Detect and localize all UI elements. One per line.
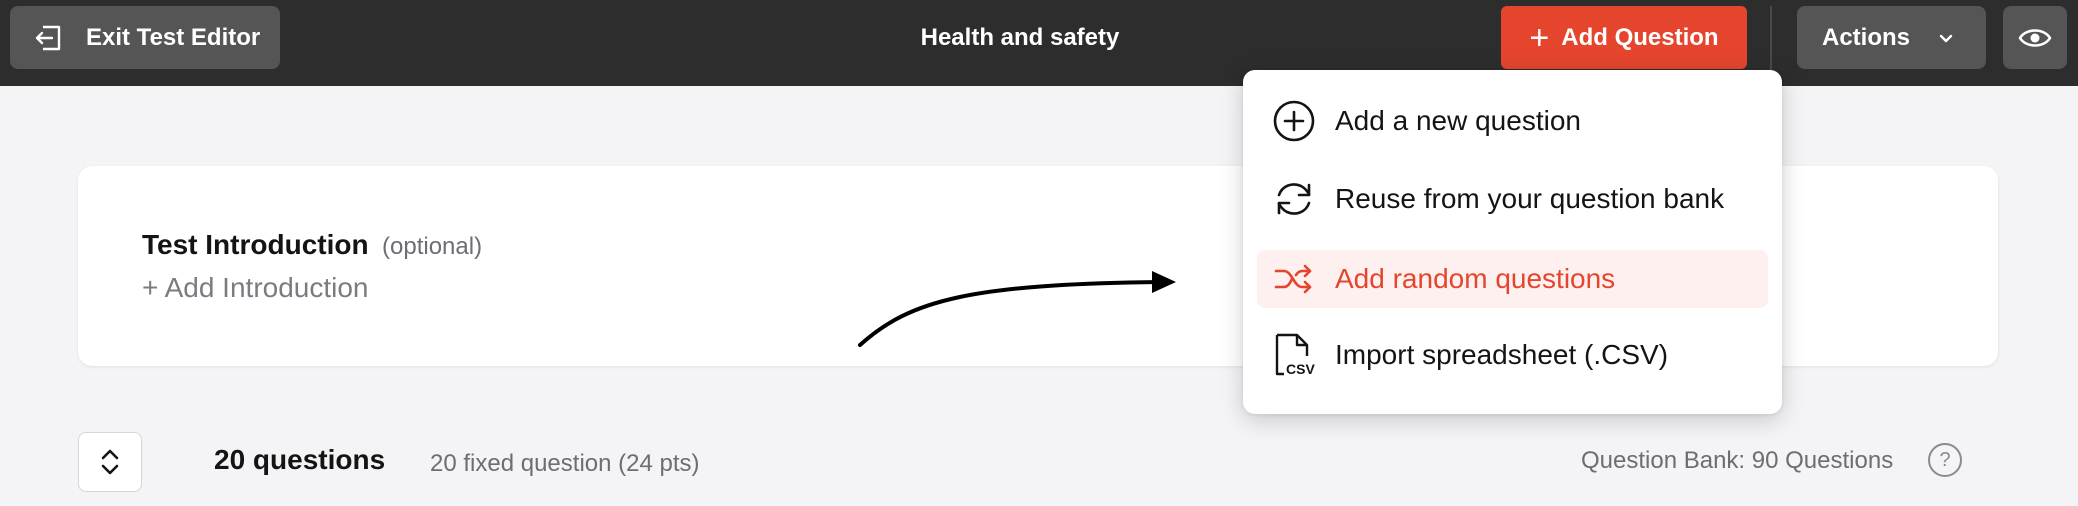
menu-item-label: Reuse from your question bank (1335, 183, 1725, 214)
csv-file-icon: CSV (1271, 332, 1317, 378)
menu-item-label: Import spreadsheet (.CSV) (1335, 339, 1669, 370)
add-question-menu: Add a new question Reuse from your quest… (1243, 70, 1782, 414)
add-introduction-link[interactable]: + Add Introduction (142, 272, 369, 304)
fixed-questions-summary: 20 fixed question (24 pts) (430, 450, 700, 477)
menu-item-label: Add a new question (1335, 105, 1581, 136)
exit-test-editor-button[interactable]: Exit Test Editor (10, 6, 280, 69)
add-question-button[interactable]: + Add Question (1501, 6, 1747, 69)
menu-item-import-spreadsheet[interactable]: CSV Import spreadsheet (.CSV) (1257, 326, 1768, 384)
question-bank-summary: Question Bank: 90 Questions (1581, 447, 1894, 474)
plus-circle-icon (1271, 98, 1317, 144)
svg-text:CSV: CSV (1286, 361, 1315, 377)
eye-icon (2018, 28, 2052, 47)
chevron-down-icon (1939, 34, 1953, 42)
chevron-up-down-icon (101, 449, 119, 475)
menu-item-add-random-questions[interactable]: Add random questions (1257, 250, 1768, 308)
expand-collapse-button[interactable] (78, 432, 142, 492)
menu-item-add-new-question[interactable]: Add a new question (1257, 92, 1768, 150)
preview-button[interactable] (2003, 6, 2067, 69)
question-count: 20 questions (214, 444, 386, 475)
actions-label: Actions (1822, 23, 1911, 51)
intro-title: Test Introduction (142, 229, 369, 260)
actions-dropdown-button[interactable]: Actions (1797, 6, 1986, 69)
exit-icon (35, 25, 61, 50)
shuffle-icon (1271, 256, 1317, 302)
page-title: Health and safety (920, 24, 1120, 51)
add-question-label: Add Question (1561, 23, 1719, 51)
menu-item-label: Add random questions (1335, 263, 1616, 294)
exit-label: Exit Test Editor (86, 23, 261, 51)
menu-item-reuse-question-bank[interactable]: Reuse from your question bank (1257, 170, 1768, 228)
refresh-icon (1271, 176, 1317, 222)
header-divider (1770, 6, 1772, 72)
plus-icon: + (1529, 18, 1550, 57)
annotation-arrow (858, 271, 1176, 347)
intro-optional-label: (optional) (382, 233, 483, 260)
help-icon[interactable]: ? (1928, 443, 1962, 477)
